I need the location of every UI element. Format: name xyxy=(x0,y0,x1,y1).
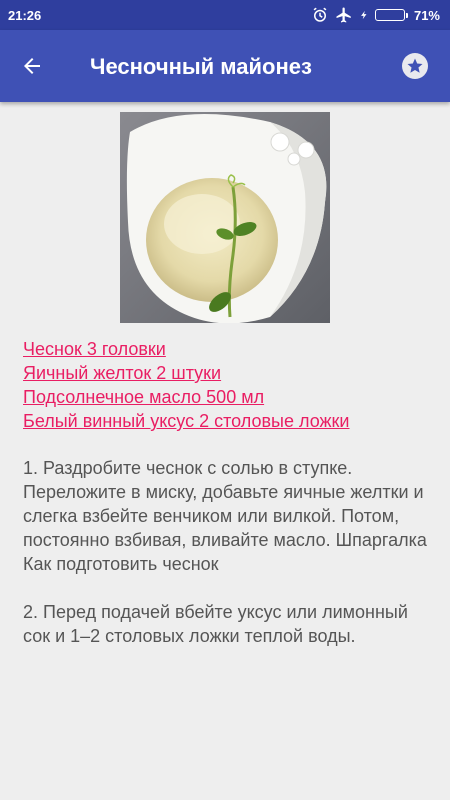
page-title: Чесночный майонез xyxy=(90,54,312,79)
battery-percent: 71% xyxy=(413,7,440,23)
battery-icon xyxy=(374,9,408,21)
ingredient-link[interactable]: Яичный желток 2 штуки xyxy=(23,361,433,385)
back-button[interactable] xyxy=(18,52,46,80)
star-icon xyxy=(407,58,423,73)
recipe-steps: 1. Раздробите чеснок с солью в ступке. П… xyxy=(23,456,433,672)
airplane-mode-icon xyxy=(336,7,351,23)
ingredients-list: Чеснок 3 головки Яичный желток 2 штуки П… xyxy=(23,337,433,433)
recipe-photo xyxy=(120,112,330,323)
recipe-step: 1. Раздробите чеснок с солью в ступке. П… xyxy=(23,458,427,574)
ingredient-link[interactable]: Чеснок 3 головки xyxy=(23,337,433,361)
recipe-step: 2. Перед подачей вбейте уксус или лимонн… xyxy=(23,602,408,646)
alarm-icon xyxy=(313,7,327,22)
mayonnaise-bowl-image xyxy=(120,112,330,323)
ingredient-link[interactable]: Белый винный уксус 2 столовые ложки xyxy=(23,409,433,433)
status-icons: 71% xyxy=(311,6,440,24)
status-time: 21:26 xyxy=(8,7,42,23)
arrow-left-icon xyxy=(24,58,40,74)
status-bar: 21:26 71% xyxy=(0,0,450,30)
app-toolbar: Чесночный майонез xyxy=(0,30,450,102)
favorite-button[interactable] xyxy=(402,53,428,79)
charging-icon xyxy=(361,10,367,20)
ingredient-link[interactable]: Подсолнечное масло 500 мл xyxy=(23,385,433,409)
